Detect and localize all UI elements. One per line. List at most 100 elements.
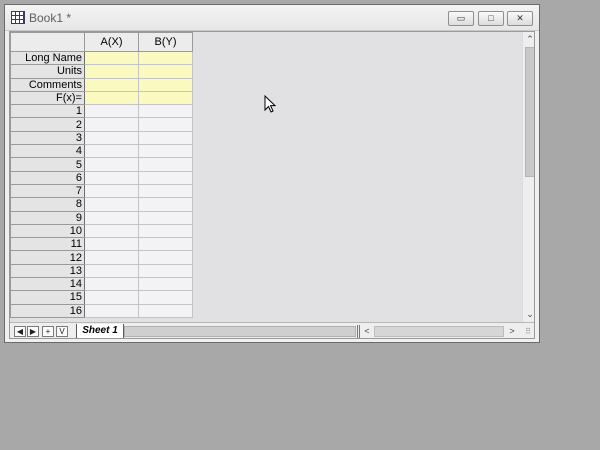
maximize-button[interactable]: □ xyxy=(478,11,504,26)
row-header[interactable]: F(x)= xyxy=(10,90,85,106)
row-header[interactable]: 1 xyxy=(10,104,85,119)
worksheet-grid: A(X) B(Y) Long Name Units Comments F(x)= 1 2 3… xyxy=(10,32,193,318)
cell-b[interactable] xyxy=(138,50,193,66)
cell-a[interactable] xyxy=(84,64,139,79)
label-row: Units xyxy=(10,64,193,79)
close-button[interactable]: ✕ xyxy=(507,11,533,26)
cell-b[interactable] xyxy=(138,210,193,225)
scroll-down-icon[interactable]: ⌄ xyxy=(523,308,534,320)
cell-b[interactable] xyxy=(138,104,193,119)
cell-b[interactable] xyxy=(138,144,193,159)
row-header[interactable]: 10 xyxy=(10,223,85,239)
first-sheet-button[interactable]: ◀ xyxy=(14,326,26,337)
cell-a[interactable] xyxy=(84,50,139,66)
label-row: F(x)= xyxy=(10,90,193,106)
cell-b[interactable] xyxy=(138,237,193,252)
cell-b[interactable] xyxy=(138,90,193,106)
row-header[interactable]: 2 xyxy=(10,117,85,132)
cell-a[interactable] xyxy=(84,223,139,239)
cell-b[interactable] xyxy=(138,197,193,212)
title-bar[interactable]: Book1 * ▭ □ ✕ xyxy=(5,5,539,31)
data-row: 16 xyxy=(10,303,193,318)
data-row: 11 xyxy=(10,237,193,252)
row-header[interactable]: 3 xyxy=(10,130,85,146)
cell-a[interactable] xyxy=(84,250,139,265)
cell-b[interactable] xyxy=(138,223,193,239)
row-header[interactable]: 6 xyxy=(10,170,85,185)
data-row: 15 xyxy=(10,290,193,305)
row-header[interactable]: 14 xyxy=(10,277,85,292)
cell-a[interactable] xyxy=(84,157,139,172)
cell-a[interactable] xyxy=(84,303,139,318)
column-header-a[interactable]: A(X) xyxy=(84,32,139,52)
mouse-pointer-icon xyxy=(264,95,276,113)
add-sheet-button[interactable]: + xyxy=(42,326,54,337)
cell-b[interactable] xyxy=(138,183,193,199)
worksheet-area[interactable]: A(X) B(Y) Long Name Units Comments F(x)= 1 2 3… xyxy=(9,31,535,339)
cell-b[interactable] xyxy=(138,117,193,132)
data-row: 5 xyxy=(10,157,193,172)
cell-a[interactable] xyxy=(84,104,139,119)
vertical-scrollbar[interactable]: ⌃ ⌄ xyxy=(522,32,534,322)
select-all-corner[interactable] xyxy=(10,32,85,52)
cell-a[interactable] xyxy=(84,130,139,146)
cell-a[interactable] xyxy=(84,117,139,132)
data-row: 7 xyxy=(10,183,193,199)
cell-a[interactable] xyxy=(84,263,139,279)
cell-b[interactable] xyxy=(138,277,193,292)
cell-b[interactable] xyxy=(138,303,193,318)
data-row: 8 xyxy=(10,197,193,212)
tab-sheet-1[interactable]: Sheet 1 xyxy=(76,324,124,338)
row-header[interactable]: Comments xyxy=(10,77,85,92)
cell-b[interactable] xyxy=(138,170,193,185)
row-header[interactable]: 11 xyxy=(10,237,85,252)
cell-b[interactable] xyxy=(138,77,193,92)
data-row: 10 xyxy=(10,223,193,239)
cell-a[interactable] xyxy=(84,210,139,225)
cell-a[interactable] xyxy=(84,170,139,185)
data-row: 3 xyxy=(10,130,193,146)
row-header[interactable]: Units xyxy=(10,64,85,79)
row-header[interactable]: Long Name xyxy=(10,50,85,66)
data-row: 13 xyxy=(10,263,193,279)
cell-a[interactable] xyxy=(84,144,139,159)
cell-b[interactable] xyxy=(138,157,193,172)
row-header[interactable]: 5 xyxy=(10,157,85,172)
row-header[interactable]: 16 xyxy=(10,303,85,318)
scroll-right-icon[interactable]: > xyxy=(506,325,518,338)
row-header[interactable]: 7 xyxy=(10,183,85,199)
cell-b[interactable] xyxy=(138,290,193,305)
resize-grip-icon[interactable]: ⠿ xyxy=(522,325,534,338)
cell-a[interactable] xyxy=(84,183,139,199)
next-sheet-button[interactable]: ▶ xyxy=(27,326,39,337)
horizontal-scroll-thumb[interactable] xyxy=(374,326,504,337)
row-header[interactable]: 9 xyxy=(10,210,85,225)
column-header-b[interactable]: B(Y) xyxy=(138,32,193,52)
cell-a[interactable] xyxy=(84,90,139,106)
cell-a[interactable] xyxy=(84,290,139,305)
cell-b[interactable] xyxy=(138,250,193,265)
cell-b[interactable] xyxy=(138,130,193,146)
cell-a[interactable] xyxy=(84,197,139,212)
tab-area-track xyxy=(124,326,356,337)
cell-b[interactable] xyxy=(138,64,193,79)
cell-a[interactable] xyxy=(84,77,139,92)
cell-b[interactable] xyxy=(138,263,193,279)
row-header[interactable]: 15 xyxy=(10,290,85,305)
sheet-menu-button[interactable]: V xyxy=(56,326,68,337)
minimize-button[interactable]: ▭ xyxy=(448,11,474,26)
data-row: 2 xyxy=(10,117,193,132)
vertical-scroll-thumb[interactable] xyxy=(525,47,534,177)
data-row: 4 xyxy=(10,144,193,159)
data-row: 9 xyxy=(10,210,193,225)
data-row: 6 xyxy=(10,170,193,185)
row-header[interactable]: 12 xyxy=(10,250,85,265)
cell-a[interactable] xyxy=(84,237,139,252)
row-header[interactable]: 8 xyxy=(10,197,85,212)
scroll-up-icon[interactable]: ⌃ xyxy=(523,33,534,45)
tab-splitter-handle[interactable] xyxy=(357,325,360,338)
row-header[interactable]: 13 xyxy=(10,263,85,279)
cell-a[interactable] xyxy=(84,277,139,292)
row-header[interactable]: 4 xyxy=(10,144,85,159)
scroll-left-icon[interactable]: < xyxy=(361,325,373,338)
